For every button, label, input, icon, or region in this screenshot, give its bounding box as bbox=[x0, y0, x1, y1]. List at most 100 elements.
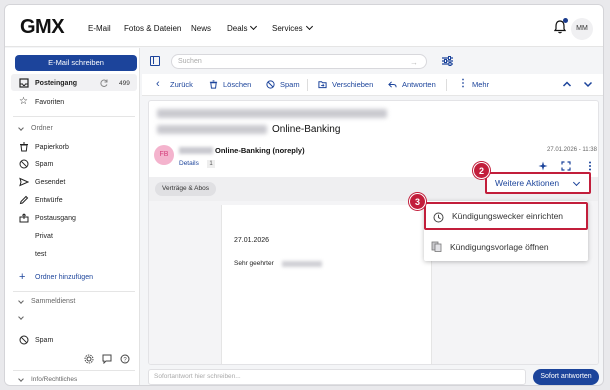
sparkle-icon[interactable] bbox=[538, 161, 548, 171]
sidebar-footer-icons: ? bbox=[84, 354, 130, 364]
further-actions-button[interactable]: Weitere Aktionen bbox=[485, 172, 591, 194]
send-icon bbox=[19, 177, 29, 187]
panel-toggle-icon[interactable] bbox=[150, 56, 160, 66]
category-tag[interactable]: Verträge & Abos bbox=[155, 182, 216, 196]
more-button[interactable]: ⋮ Mehr bbox=[458, 78, 490, 90]
inbox-icon bbox=[19, 78, 29, 88]
details-link[interactable]: Details bbox=[179, 160, 199, 167]
sidebar-item-trash[interactable]: Papierkorb bbox=[19, 140, 69, 154]
gear-icon[interactable] bbox=[84, 354, 94, 364]
move-label: Verschieben bbox=[332, 80, 374, 89]
arrow-right-icon[interactable]: → bbox=[410, 56, 418, 69]
chevron-down-icon bbox=[18, 124, 24, 131]
sidebar-item-favorites[interactable]: ☆ Favoriten bbox=[19, 95, 64, 109]
chevron-down-icon bbox=[572, 178, 581, 187]
sidebar: E-Mail schreiben Posteingang 499 ☆ Favor… bbox=[5, 48, 140, 385]
spam-button[interactable]: Spam bbox=[266, 80, 300, 89]
delete-button[interactable]: Löschen bbox=[209, 80, 251, 89]
nav-email[interactable]: E-Mail bbox=[88, 24, 111, 33]
sidebar-item-drafts[interactable]: Entwürfe bbox=[19, 193, 63, 207]
menu-item-cancellation-reminder[interactable]: Kündigungswecker einrichten bbox=[424, 202, 588, 230]
add-folder-link[interactable]: + Ordner hinzufügen bbox=[19, 270, 93, 284]
nav-services-label: Services bbox=[272, 24, 303, 33]
sidebar-item-label: Spam bbox=[35, 336, 54, 344]
body-date: 27.01.2026 bbox=[234, 237, 270, 244]
chevron-down-icon bbox=[18, 314, 24, 320]
inbox-label: Posteingang bbox=[35, 79, 78, 87]
quick-reply-bar: Sofortantwort hier schreiben... Sofort a… bbox=[142, 367, 603, 385]
divider bbox=[13, 370, 135, 371]
sidebar-item-sent[interactable]: Gesendet bbox=[19, 175, 65, 189]
sidebar-item-test[interactable]: test bbox=[35, 247, 46, 261]
star-icon: ☆ bbox=[19, 96, 28, 107]
further-actions-label: Weitere Aktionen bbox=[495, 178, 560, 188]
compose-button[interactable]: E-Mail schreiben bbox=[15, 55, 137, 71]
sidebar-item-outbox[interactable]: Postausgang bbox=[19, 211, 76, 225]
folder-move-icon bbox=[318, 81, 327, 89]
filter-settings-icon[interactable] bbox=[442, 56, 453, 66]
more-vertical-icon: ⋮ bbox=[458, 78, 468, 89]
feedback-icon[interactable] bbox=[102, 354, 112, 364]
quick-reply-input[interactable]: Sofortantwort hier schreiben... bbox=[148, 369, 526, 385]
sidebar-item-label: test bbox=[35, 250, 47, 258]
user-avatar[interactable]: MM bbox=[571, 18, 593, 40]
nav-news[interactable]: News bbox=[191, 24, 211, 33]
reply-label: Antworten bbox=[402, 80, 436, 89]
folders-heading-label: Ordner bbox=[31, 125, 53, 132]
sidebar-item-inbox[interactable]: Posteingang 499 bbox=[19, 76, 134, 90]
sidebar-item-label: Papierkorb bbox=[35, 143, 69, 151]
sender-name[interactable]: Online-Banking (noreply) bbox=[215, 146, 305, 155]
reply-button[interactable]: Antworten bbox=[388, 80, 436, 89]
more-vertical-icon[interactable] bbox=[585, 161, 595, 171]
gmx-logo[interactable]: GMX bbox=[20, 16, 65, 39]
legal-heading[interactable]: Info/Rechtliches bbox=[18, 375, 77, 383]
trash-icon bbox=[209, 80, 218, 89]
chevron-down-icon[interactable] bbox=[583, 79, 593, 89]
divider bbox=[13, 116, 135, 117]
chevron-up-icon[interactable] bbox=[562, 79, 572, 89]
nav-services[interactable]: Services bbox=[272, 22, 313, 33]
more-label: Mehr bbox=[472, 80, 490, 89]
pencil-icon bbox=[19, 195, 29, 205]
sidebar-item-label: Entwürfe bbox=[35, 196, 63, 204]
chevron-down-icon bbox=[305, 22, 313, 31]
nav-deals-label: Deals bbox=[227, 24, 248, 33]
back-button[interactable]: ‹ Zurück bbox=[156, 79, 193, 90]
collection-heading[interactable]: Sammeldienst bbox=[18, 297, 75, 305]
app-window: GMX E-Mail Fotos & Dateien News Deals Se… bbox=[4, 4, 604, 386]
quick-reply-button[interactable]: Sofort antworten bbox=[533, 369, 599, 385]
sidebar-item-label: Postausgang bbox=[35, 214, 76, 222]
nav-photos-files[interactable]: Fotos & Dateien bbox=[124, 24, 181, 33]
sidebar-item-private[interactable]: Privat bbox=[35, 229, 53, 243]
step-marker-3: 3 bbox=[409, 193, 426, 210]
subject-redacted bbox=[157, 125, 267, 134]
fullscreen-icon[interactable] bbox=[561, 161, 571, 171]
nav-deals[interactable]: Deals bbox=[227, 22, 258, 33]
help-icon[interactable]: ? bbox=[120, 354, 130, 364]
sidebar-item-label: Gesendet bbox=[35, 178, 66, 186]
sidebar-item-spam[interactable]: Spam bbox=[19, 157, 53, 171]
menu-item-cancellation-template[interactable]: Kündigungsvorlage öffnen bbox=[424, 233, 588, 261]
chevron-down-icon bbox=[18, 297, 24, 304]
folders-heading[interactable]: Ordner bbox=[18, 124, 53, 132]
sidebar-item-label: Privat bbox=[35, 232, 53, 240]
back-label: Zurück bbox=[170, 80, 193, 89]
divider bbox=[13, 291, 135, 292]
sidebar-item-collection-spam[interactable]: Spam bbox=[19, 333, 53, 347]
mail-date: 27.01.2026 - 11:38 bbox=[547, 147, 597, 153]
add-folder-label: Ordner hinzufügen bbox=[35, 273, 93, 281]
details-count-badge: 1 bbox=[207, 160, 215, 168]
move-button[interactable]: Verschieben bbox=[318, 80, 373, 89]
search-input[interactable]: Suchen → bbox=[171, 54, 427, 69]
search-placeholder: Suchen bbox=[178, 58, 202, 65]
spam-icon bbox=[266, 80, 275, 89]
reply-icon bbox=[388, 81, 397, 88]
document-template-icon bbox=[431, 241, 442, 252]
refresh-icon[interactable] bbox=[99, 78, 109, 88]
outbox-icon bbox=[19, 213, 29, 223]
favorites-label: Favoriten bbox=[35, 98, 65, 106]
toolbar-divider bbox=[307, 79, 308, 91]
collection-subgroup-toggle[interactable] bbox=[18, 314, 31, 320]
chevron-down-icon bbox=[250, 22, 258, 31]
sender-avatar: FB bbox=[154, 145, 174, 165]
